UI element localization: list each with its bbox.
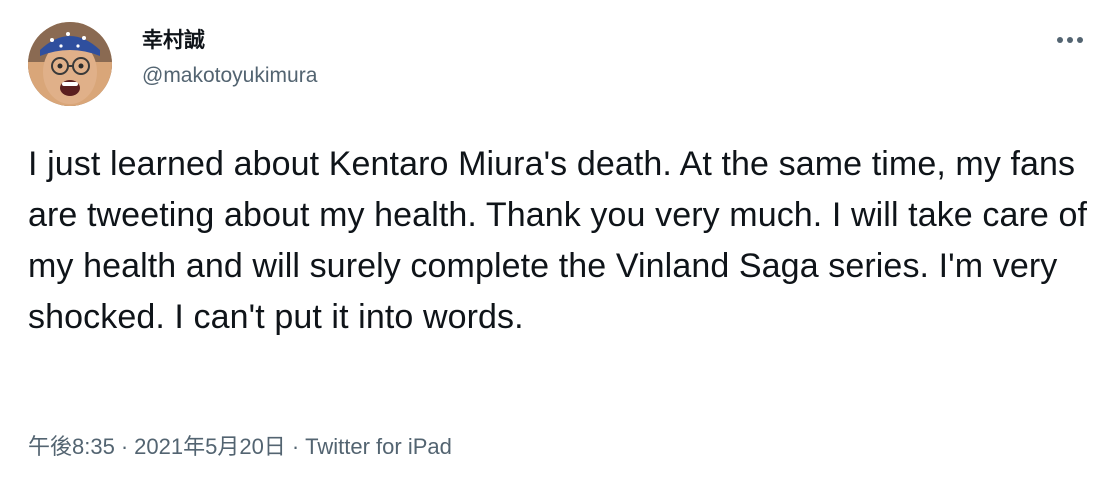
meta-separator: · [291,434,300,459]
tweet-date[interactable]: 2021年5月20日 [134,434,286,459]
tweet-meta: 午後8:35 · 2021年5月20日 · Twitter for iPad [28,432,452,462]
more-horizontal-icon [1057,37,1083,43]
tweet-source[interactable]: Twitter for iPad [305,434,452,459]
display-name[interactable]: 幸村誠 [142,26,317,54]
tweet-time[interactable]: 午後8:35 [28,434,115,459]
avatar[interactable] [28,22,112,106]
meta-separator: · [120,434,129,459]
tweet-card: 幸村誠 @makotoyukimura I just learned about… [0,0,1116,491]
more-options-button[interactable] [1052,22,1088,58]
username-handle[interactable]: @makotoyukimura [142,62,317,90]
tweet-text: I just learned about Kentaro Miura's dea… [28,145,1088,336]
avatar-photo [28,22,112,106]
author-names: 幸村誠 @makotoyukimura [142,26,317,90]
tweet-header: 幸村誠 @makotoyukimura [28,22,1088,106]
